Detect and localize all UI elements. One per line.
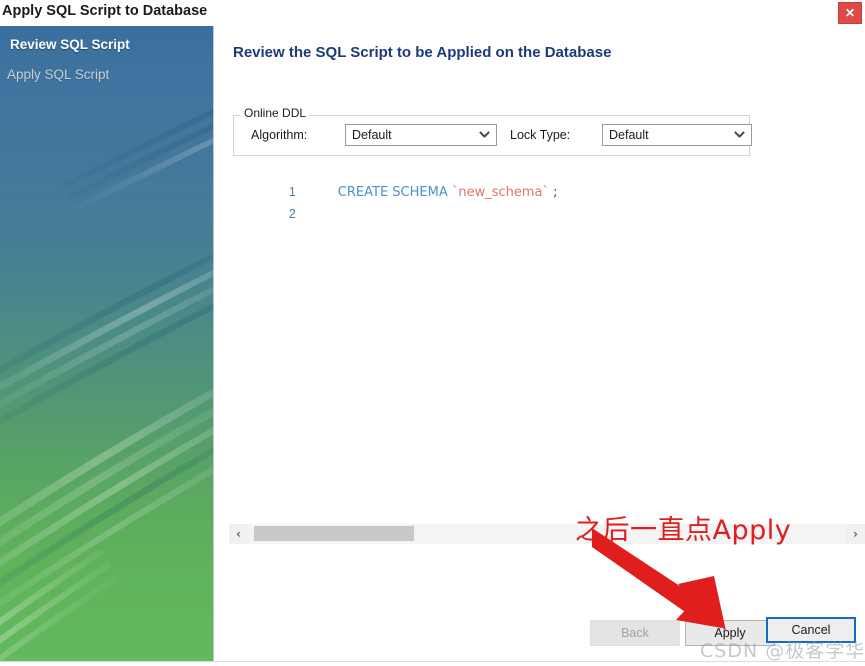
sidebar-swoosh-graphic: [0, 57, 214, 661]
horizontal-scrollbar[interactable]: ‹ ›: [229, 524, 865, 544]
algorithm-select[interactable]: Default: [345, 124, 497, 146]
main-panel: Review the SQL Script to be Applied on t…: [214, 26, 865, 661]
scrollbar-thumb[interactable]: [254, 526, 414, 541]
window-title-bar: Apply SQL Script to Database ✕: [0, 0, 865, 27]
window-title: Apply SQL Script to Database: [2, 3, 208, 19]
line-number: 2: [288, 207, 296, 221]
lock-type-label: Lock Type:: [510, 128, 571, 142]
close-button[interactable]: ✕: [838, 2, 862, 24]
chevron-down-icon: [480, 131, 489, 140]
algorithm-label: Algorithm:: [251, 128, 308, 142]
sql-script-editor[interactable]: 1 CREATE SCHEMA `new_schema` ; 2: [233, 159, 863, 519]
sidebar-item-review-sql-script[interactable]: Review SQL Script: [10, 37, 130, 52]
code-line: 1 CREATE SCHEMA `new_schema` ;: [233, 159, 863, 200]
apply-button[interactable]: Apply: [685, 620, 775, 646]
sidebar-item-apply-sql-script[interactable]: Apply SQL Script: [7, 67, 109, 82]
cancel-button[interactable]: Cancel: [766, 617, 856, 643]
chevron-down-icon: [735, 131, 744, 140]
chevron-left-icon: ‹: [236, 527, 241, 541]
online-ddl-legend: Online DDL: [241, 106, 310, 120]
scrollbar-track[interactable]: [248, 524, 846, 544]
code-line: 2: [233, 181, 863, 221]
close-icon: ✕: [844, 6, 856, 20]
lock-type-value: Default: [609, 128, 649, 142]
algorithm-value: Default: [352, 128, 392, 142]
chevron-right-icon: ›: [853, 527, 858, 541]
wizard-sidebar: Review SQL Script Apply SQL Script: [0, 26, 214, 661]
lock-type-select[interactable]: Default: [602, 124, 752, 146]
window-bottom-edge: [0, 661, 865, 666]
page-title: Review the SQL Script to be Applied on t…: [233, 44, 612, 61]
scroll-left-button[interactable]: ‹: [229, 524, 248, 544]
back-button[interactable]: Back: [590, 620, 680, 646]
scroll-right-button[interactable]: ›: [846, 524, 865, 544]
